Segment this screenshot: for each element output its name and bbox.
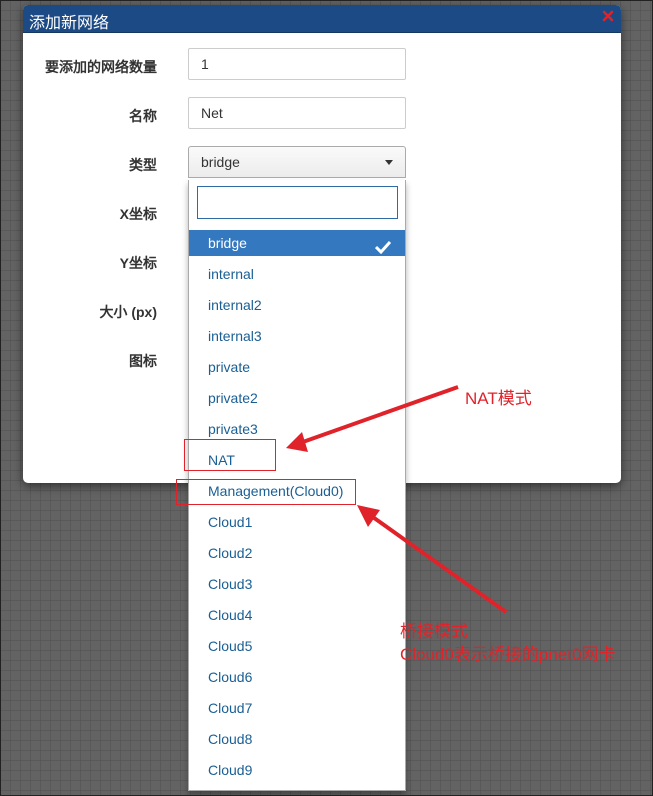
dropdown-option[interactable]: Cloud9	[189, 757, 405, 783]
bridge-annotation-line1: 桥接模式	[400, 622, 468, 641]
dropdown-option-label: Cloud6	[208, 669, 253, 685]
dropdown-option-label: Cloud9	[208, 762, 253, 778]
dropdown-option-label: Cloud8	[208, 731, 253, 747]
dropdown-option-label: private2	[208, 390, 258, 406]
dropdown-option[interactable]: private	[189, 354, 405, 380]
dropdown-option-label: Cloud5	[208, 638, 253, 654]
count-label: 要添加的网络数量	[45, 59, 157, 75]
dropdown-option-label: Cloud4	[208, 607, 253, 623]
name-input[interactable]: Net	[188, 97, 406, 129]
nat-highlight-box	[184, 439, 276, 471]
name-label: 名称	[129, 108, 157, 124]
count-input[interactable]: 1	[188, 48, 406, 80]
dropdown-option[interactable]: Cloud6	[189, 664, 405, 690]
dropdown-option-label: Cloud1	[208, 514, 253, 530]
dropdown-option-label: private	[208, 359, 251, 375]
dropdown-option[interactable]: Cloud3	[189, 571, 405, 597]
bridge-annotation-line2: Cloud0表示桥接的pnet0网卡	[400, 645, 616, 664]
count-row: 要添加的网络数量 1	[23, 48, 621, 82]
dropdown-option[interactable]: Cloud1	[189, 509, 405, 535]
dropdown-option-label: bridge	[208, 235, 247, 251]
dropdown-option-label: private3	[208, 421, 258, 437]
close-icon[interactable]	[601, 9, 615, 23]
dropdown-option-label: internal2	[208, 297, 262, 313]
dropdown-option-label: internal	[208, 266, 254, 282]
checkmark-icon	[374, 236, 392, 262]
management-highlight-box	[176, 479, 356, 505]
nat-annotation: NAT模式	[465, 389, 532, 408]
dropdown-option[interactable]: Cloud8	[189, 726, 405, 752]
type-row: 类型 bridge	[23, 146, 621, 180]
dropdown-option-label: Cloud3	[208, 576, 253, 592]
dropdown-option[interactable]: Cloud4	[189, 602, 405, 628]
x-label: X坐标	[119, 206, 157, 222]
dropdown-option[interactable]: internal	[189, 261, 405, 287]
dialog-title: 添加新网络	[29, 15, 110, 32]
dropdown-option[interactable]: internal3	[189, 323, 405, 349]
dropdown-option[interactable]: private2	[189, 385, 405, 411]
type-select-value: bridge	[201, 154, 240, 170]
caret-down-icon	[385, 160, 393, 165]
type-select[interactable]: bridge	[188, 146, 406, 178]
dropdown-option[interactable]: internal2	[189, 292, 405, 318]
dialog-header: 添加新网络	[23, 5, 621, 33]
dropdown-option[interactable]: Cloud2	[189, 540, 405, 566]
dropdown-option-label: Cloud7	[208, 700, 253, 716]
icon-label: 图标	[129, 353, 157, 369]
dropdown-option-label: internal3	[208, 328, 262, 344]
y-label: Y坐标	[119, 255, 157, 271]
dropdown-option-label: Cloud2	[208, 545, 253, 561]
dropdown-option[interactable]: Cloud5	[189, 633, 405, 659]
dropdown-search-input[interactable]	[197, 186, 398, 219]
dropdown-option[interactable]: Cloud7	[189, 695, 405, 721]
size-label: 大小 (px)	[99, 304, 157, 320]
name-row: 名称 Net	[23, 97, 621, 131]
type-label: 类型	[129, 157, 157, 173]
dropdown-option[interactable]: bridge	[189, 230, 405, 256]
